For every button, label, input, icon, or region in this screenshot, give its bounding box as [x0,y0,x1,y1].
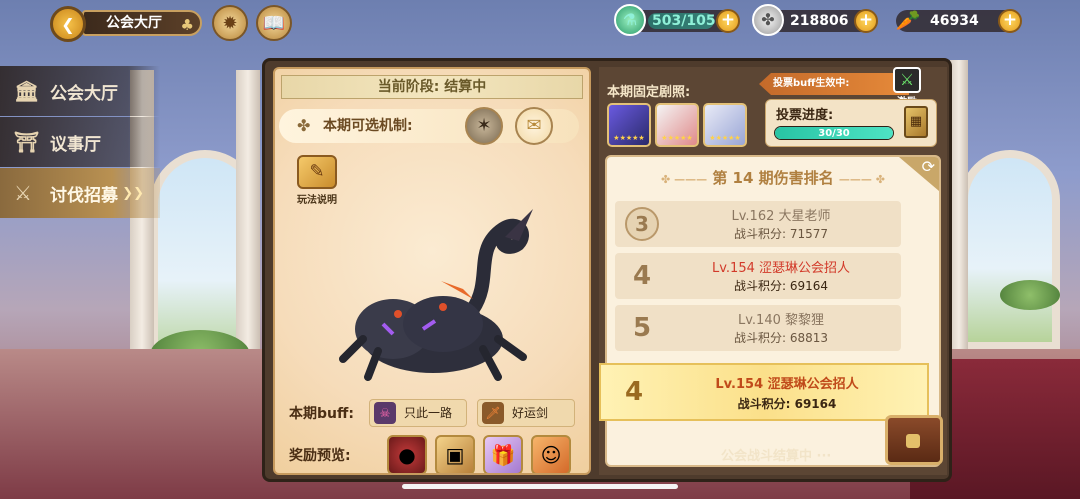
portrait-card-3[interactable]: ★★★★★ [703,103,747,147]
left-nav: 🏛 公会大厅 ⛩ 议事厅 ⚔ 讨伐招募 ❯❯ [0,66,160,219]
coin-counter: ✤ 218806 + [752,4,878,36]
book-icon[interactable]: 📖 [256,5,292,41]
chevron-right-icon: ❯❯ [122,185,144,201]
add-coin-button[interactable]: + [854,9,878,33]
nav-raid-recruit[interactable]: ⚔ 讨伐招募 ❯❯ [0,168,160,218]
star-rating-icon: ★★★★★ [661,134,693,142]
nav-council-hall[interactable]: ⛩ 议事厅 [0,117,160,167]
chest-icon[interactable]: ▣ [435,435,475,473]
vote-progress-bar: 30/30 [774,126,894,140]
treasure-chest-icon[interactable] [885,415,943,465]
add-carrot-button[interactable]: + [998,9,1022,33]
medal-icon[interactable]: ● [387,435,427,473]
own-guild-rank-row[interactable]: 4 Lv.154 涩瑟琳公会招人 战斗积分: 69164 [599,363,929,421]
bank-icon: 🏛 [14,79,40,103]
ranking-title: ✤ ——— 第 14 期伤害排名 ——— ✤ [661,169,885,187]
guild-hall-title: 公会大厅 ♣ [82,10,202,36]
star-rating-icon: ★★★★★ [613,134,645,142]
sword-icon: ⚔ [893,67,921,93]
sword-fist-icon: ⚔ [14,181,32,205]
buff-row: 本期buff: ☠ 只此一路 🗡 好运剑 [285,399,585,427]
stamina-counter: ⚗ 503/1056 + [614,4,740,36]
vote-ticket-icon[interactable]: ▦ [904,106,928,138]
nav-guild-hall[interactable]: 🏛 公会大厅 [0,66,160,116]
potion-icon: ⚗ [614,4,646,36]
character-icon[interactable]: ☺ [531,435,571,473]
back-arrow-icon: ❮ [61,14,75,34]
rank-row[interactable]: 5 Lv.140 黎黎狸 战斗积分: 68813 [615,305,901,351]
compass-icon[interactable]: ✹ [212,5,248,41]
portrait-card-1[interactable]: ★★★★★ [607,103,651,147]
top-bar: 公会大厅 ♣ ❮ ✹ 📖 ⚗ 503/1056 + ✤ 218806 + 🥕 4… [0,0,1080,44]
mechanism-rune-icon[interactable]: ✶ [465,107,503,145]
buff-chip-only-one-way[interactable]: ☠ 只此一路 [369,399,467,427]
mechanism-scroll-icon[interactable]: ✉ [515,107,553,145]
portrait-card-2[interactable]: ★★★★★ [655,103,699,147]
phase-banner: 当前阶段: 结算中 [281,75,583,99]
clover-icon: ✤ [297,116,311,135]
sword-icon: 🗡 [482,402,504,424]
demon-icon: ☠ [374,402,396,424]
carrot-icon: 🥕 [895,8,921,32]
council-icon: ⛩ [14,130,40,154]
vote-progress-box: 投票进度: 30/30 ▦ [765,99,937,147]
scroll-icon: ✎ [297,155,337,189]
scorpion-boss-image [339,209,533,381]
gift-box-icon[interactable]: 🎁 [483,435,523,473]
carrot-counter: 🥕 46934 + [896,9,1022,33]
add-stamina-button[interactable]: + [716,9,740,33]
reward-row: 奖励预览: ● ▣ 🎁 ☺ [285,435,585,473]
home-indicator[interactable] [402,484,678,489]
buff-chip-lucky-sword[interactable]: 🗡 好运剑 [477,399,575,427]
clover-coin-icon: ✤ [752,4,784,36]
ranking-area: 本期固定剧照: ★★★★★ ★★★★★ ★★★★★ 投票buff生效中: ⚔ 激… [599,67,947,475]
clover-icon: ♣ [180,16,194,34]
boss-card: 当前阶段: 结算中 ✤ 本期可选机制: ✶ ✉ ✎ 玩法说明 本期buff: ☠… [273,67,591,475]
mechanism-row: ✤ 本期可选机制: ✶ ✉ [279,107,579,145]
rank-row[interactable]: 3 Lv.162 大星老师 战斗积分: 71577 [615,201,901,247]
raid-panel: 当前阶段: 结算中 ✤ 本期可选机制: ✶ ✉ ✎ 玩法说明 本期buff: ☠… [262,58,952,482]
settlement-status: 公会战斗结算中 ··· [721,449,832,464]
star-rating-icon: ★★★★★ [709,134,741,142]
back-button[interactable]: ❮ [50,6,86,42]
rank-row[interactable]: 4 Lv.154 涩瑟琳公会招人 战斗积分: 69164 [615,253,901,299]
